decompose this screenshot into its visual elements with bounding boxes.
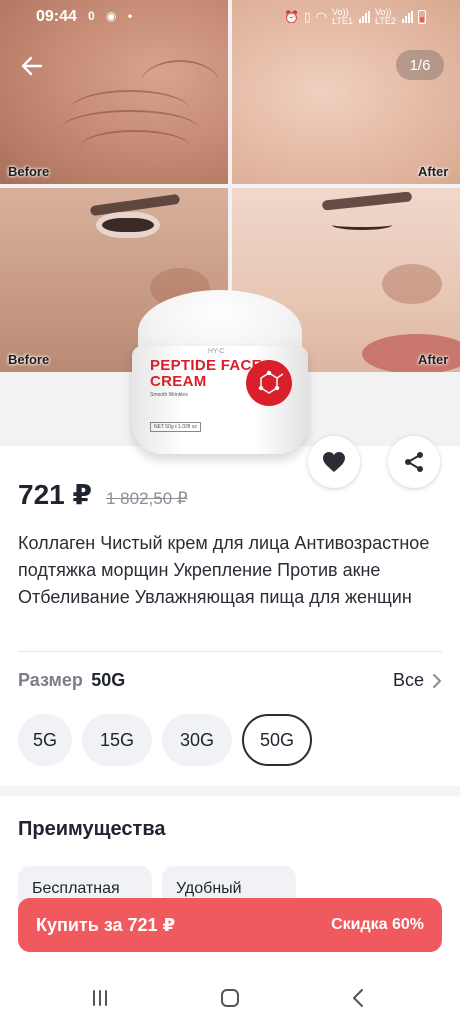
all-sizes-label: Все [392, 670, 424, 690]
current-price: 721 ₽ [18, 479, 92, 510]
system-nav-bar [0, 970, 460, 1024]
size-row: Размер 50G Все [18, 670, 442, 694]
nav-back-button[interactable] [346, 986, 370, 1010]
dot-icon: • [127, 9, 133, 23]
size-option-15g[interactable]: 15G [82, 714, 152, 766]
size-option-5g[interactable]: 5G [18, 714, 72, 766]
share-button[interactable] [388, 436, 440, 488]
favorite-button[interactable] [308, 436, 360, 488]
size-option-30g[interactable]: 30G [162, 714, 232, 766]
back-button[interactable] [14, 48, 50, 84]
size-option-50g[interactable]: 50G [242, 714, 312, 766]
divider [18, 651, 442, 652]
price-row: 721 ₽ 1 802,50 ₽ [18, 478, 188, 511]
cream-jar-image: HY-C PEPTIDE FACE CREAM Smooth Wrinkles … [132, 290, 308, 456]
all-sizes-link[interactable]: Все [393, 670, 442, 691]
chrome-icon: ◉ [106, 9, 117, 23]
jar-brand: HY-C [208, 348, 225, 355]
notification-count: 0 [88, 9, 95, 23]
signal-icon [359, 11, 370, 23]
buy-button[interactable]: Купить за 721 ₽ Скидка 60% [18, 898, 442, 952]
caption-before-top: Before [8, 164, 50, 179]
old-price: 1 802,50 ₽ [105, 489, 188, 508]
molecule-logo-icon [246, 360, 292, 406]
buy-label: Купить за 721 ₽ [36, 914, 176, 935]
product-title: Коллаген Чистый крем для лица Антивозрас… [18, 533, 430, 607]
home-button[interactable] [218, 986, 242, 1010]
network-lte1: Vo)) LTE1 [332, 7, 353, 26]
caption-after-bottom: After [418, 352, 449, 367]
vibrate-icon: ▯ [304, 10, 311, 24]
signal-icon-2 [402, 11, 413, 23]
network-lte2: Vo)) LTE2 [375, 7, 396, 26]
chevron-right-icon [433, 673, 441, 688]
battery-icon [418, 10, 426, 24]
recent-apps-icon [93, 990, 107, 1006]
jar-subtitle: Smooth Wrinkles [150, 392, 188, 398]
discount-label: Скидка 60% [331, 916, 424, 933]
section-separator [0, 786, 460, 796]
caption-before-bottom: Before [8, 352, 50, 367]
advantages-title: Преимущества [18, 818, 166, 840]
status-bar: 09:44 0 ◉ • ⏰ ▯ ◠ Vo)) LTE1 Vo)) LTE2 [0, 0, 460, 34]
recent-apps-button[interactable] [88, 986, 112, 1010]
share-icon [405, 452, 423, 472]
heart-icon [323, 452, 345, 472]
alarm-icon: ⏰ [284, 10, 300, 24]
jar-net: NET 50g ℓ 1.02fl oz [150, 422, 201, 432]
gallery-counter: 1/6 [396, 50, 444, 80]
jar-title-line1: PEPTIDE FACE [150, 357, 262, 374]
size-options: 5G 15G 30G 50G [18, 714, 312, 766]
wifi-icon: ◠ [315, 9, 327, 24]
jar-body: HY-C PEPTIDE FACE CREAM Smooth Wrinkles … [132, 346, 308, 454]
status-right-icons: ⏰ ▯ ◠ Vo)) LTE1 Vo)) LTE2 [284, 8, 426, 26]
arrow-left-icon [21, 56, 43, 76]
nav-back-icon [353, 989, 363, 1007]
size-label: Размер [18, 670, 83, 690]
size-selected-value: 50G [91, 670, 126, 690]
status-left-icons: 0 ◉ • [88, 9, 132, 23]
caption-after-top: After [418, 164, 449, 179]
status-time: 09:44 [36, 8, 77, 25]
home-icon [221, 989, 239, 1007]
